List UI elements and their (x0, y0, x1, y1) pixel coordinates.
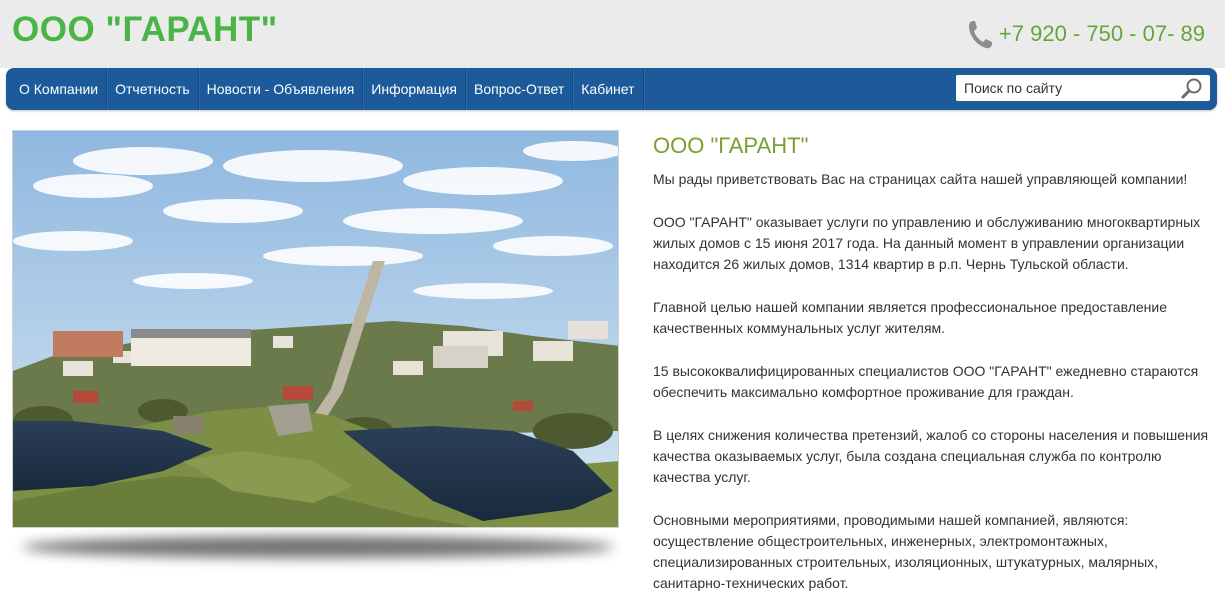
phone-icon (968, 21, 992, 49)
goal-paragraph: Главной целью нашей компании является пр… (653, 299, 1168, 336)
nav-item-faq[interactable]: Вопрос-Ответ (466, 68, 574, 110)
intro-paragraph: Мы рады приветствовать Вас на страницах … (653, 171, 1188, 187)
photo-shadow (22, 536, 614, 558)
search-input[interactable] (956, 75, 1170, 101)
search-icon[interactable] (1180, 77, 1204, 99)
main-content: ООО "ГАРАНТ" Мы рады приветствовать Вас … (653, 128, 1213, 616)
phone-number[interactable]: +7 920 - 750 - 07- 89 (999, 21, 1205, 47)
nav-item-reports[interactable]: Отчетность (107, 68, 199, 110)
page-title: ООО "ГАРАНТ" (653, 133, 809, 158)
search-box (956, 75, 1210, 101)
site-logo-title[interactable]: ООО "ГАРАНТ" (12, 10, 278, 50)
nav-item-about[interactable]: О Компании (11, 68, 108, 110)
site-header: ООО "ГАРАНТ" +7 920 - 750 - 07- 89 (0, 0, 1225, 68)
town-photo (12, 130, 619, 528)
town-landscape-image (13, 131, 618, 527)
nav-item-news[interactable]: Новости - Объявления (199, 68, 364, 110)
nav-item-information[interactable]: Информация (363, 68, 466, 110)
town-photo-frame (12, 130, 619, 558)
nav-item-cabinet[interactable]: Кабинет (573, 68, 644, 110)
main-navigation: О Компании Отчетность Новости - Объявлен… (6, 68, 1217, 110)
activities-paragraph: Основными мероприятиями, проводимыми наш… (653, 512, 1159, 591)
staff-paragraph: 15 высококвалифицированных специалистов … (653, 363, 1199, 400)
services-paragraph: ООО "ГАРАНТ" оказывает услуги по управле… (653, 214, 1201, 272)
quality-paragraph: В целях снижения количества претензий, ж… (653, 427, 1209, 485)
phone-block: +7 920 - 750 - 07- 89 (967, 19, 1205, 49)
